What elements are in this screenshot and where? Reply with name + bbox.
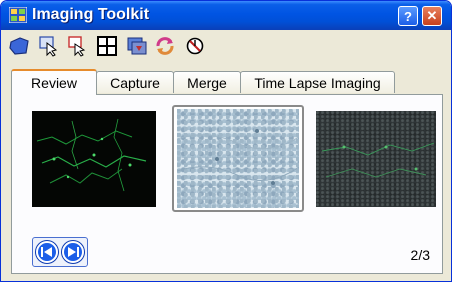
page-counter: 2/3 [410, 247, 430, 263]
close-button[interactable]: ✕ [422, 6, 442, 26]
import-image-icon [127, 37, 147, 55]
previous-image-button[interactable] [36, 241, 58, 263]
thumbnail-1[interactable] [32, 111, 156, 207]
next-image-button[interactable] [62, 241, 84, 263]
toolbar [5, 34, 305, 60]
tab-strip: Review Capture Merge Time Lapse Imaging [11, 69, 441, 95]
tab-review[interactable]: Review [11, 69, 97, 95]
app-icon [9, 7, 27, 23]
help-button[interactable]: ? [398, 6, 418, 26]
shape-select-icon [9, 37, 29, 55]
skip-next-icon [68, 247, 79, 257]
stop-icon [186, 37, 204, 55]
imaging-toolkit-window: Imaging Toolkit ? ✕ Review Capture Merge… [0, 0, 452, 282]
skip-previous-icon [41, 247, 52, 257]
close-icon: ✕ [426, 8, 438, 23]
refresh-icon [156, 37, 174, 55]
fluorescence-image-1 [32, 111, 156, 207]
tab-capture-label: Capture [110, 74, 160, 91]
cursor-pointer-tool-button[interactable] [65, 34, 89, 58]
brightfield-image-2 [177, 129, 299, 185]
cursor-pointer-icon [68, 36, 86, 57]
grid-layout-tool-button[interactable] [95, 34, 119, 58]
tab-time-lapse-imaging-label: Time Lapse Imaging [254, 74, 381, 91]
refresh-tool-button[interactable] [153, 34, 177, 58]
capture-cursor-icon [39, 36, 58, 57]
tab-merge-label: Merge [187, 74, 227, 91]
grid-layout-icon [97, 36, 117, 56]
tab-merge[interactable]: Merge [173, 71, 241, 93]
review-panel: 2/3 [11, 94, 443, 274]
shape-select-tool-button[interactable] [7, 34, 31, 58]
capture-cursor-tool-button[interactable] [37, 34, 61, 58]
title-bar[interactable]: Imaging Toolkit ? ✕ [1, 1, 451, 30]
overlay-image-3 [321, 142, 435, 178]
stop-tool-button[interactable] [183, 34, 207, 58]
help-icon: ? [404, 8, 412, 24]
thumbnail-2[interactable] [177, 109, 299, 208]
import-image-tool-button[interactable] [125, 34, 149, 58]
tab-review-label: Review [31, 75, 77, 91]
tab-time-lapse-imaging[interactable]: Time Lapse Imaging [240, 71, 395, 93]
window-title: Imaging Toolkit [32, 6, 150, 23]
thumbnail-3[interactable] [316, 111, 436, 207]
tab-capture[interactable]: Capture [96, 71, 174, 93]
